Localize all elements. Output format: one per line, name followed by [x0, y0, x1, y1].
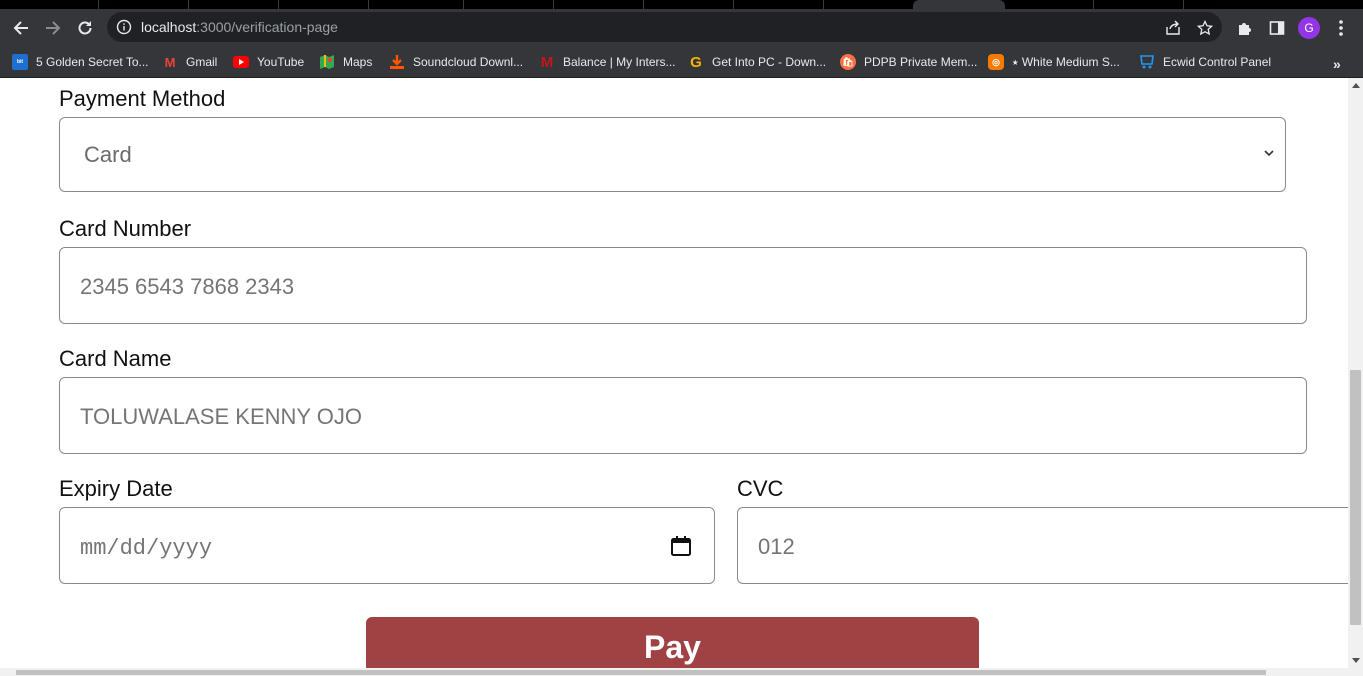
puzzle-icon: [1239, 23, 1251, 35]
gmail-icon: M: [164, 54, 176, 70]
bookmark-label: 5 Golden Secret To...: [36, 55, 149, 69]
bookmark-label: PDPB Private Mem...: [864, 55, 978, 69]
payment-method-value: Card: [84, 142, 132, 167]
bookmark-label: Gmail: [186, 55, 218, 69]
tab-separator: [823, 0, 824, 9]
bookmark-label: Get Into PC - Down...: [712, 55, 827, 69]
ecwid-icon: [1139, 54, 1155, 70]
chevron-down-icon: [1264, 150, 1274, 157]
m-icon: M: [540, 53, 554, 71]
reload-button[interactable]: [72, 15, 98, 41]
forward-arrow-icon: [46, 21, 61, 35]
pay-button-label: Pay: [644, 629, 701, 665]
verification-page: Payment Method Card Card Number 2345 654…: [0, 78, 1348, 668]
cvc-label: CVC: [737, 476, 784, 501]
pay-button[interactable]: Pay: [366, 617, 979, 668]
share-button[interactable]: [1163, 18, 1183, 38]
profile-avatar[interactable]: G: [1298, 17, 1320, 39]
tab-separator: [463, 0, 464, 9]
bookmark-label: YouTube: [257, 55, 305, 69]
kebab-menu-icon: [1339, 20, 1343, 36]
bookmark-label: Balance | My Inters...: [563, 55, 676, 69]
vertical-scrollbar[interactable]: [1348, 78, 1363, 668]
url-path: :3000/verification-page: [196, 19, 338, 35]
bookmark-star-button[interactable]: [1195, 18, 1215, 38]
browser-toolbar: localhost:3000/verification-page G: [0, 9, 1363, 46]
tab-separator: [733, 0, 734, 9]
bookmark-item[interactable]: ◎ ⭑ White Medium S...: [988, 52, 1120, 72]
bookmark-label: Maps: [343, 55, 373, 69]
url-text[interactable]: localhost:3000/verification-page: [141, 19, 338, 35]
tab-strip: [0, 0, 1363, 9]
expiry-date-placeholder: mm/dd/yyyy: [80, 536, 213, 561]
bookmark-item[interactable]: Maps: [319, 52, 372, 72]
back-button[interactable]: [8, 15, 34, 41]
tab-separator: [1093, 0, 1094, 9]
bookmark-label: Ecwid Control Panel: [1163, 55, 1272, 69]
info-icon[interactable]: [116, 19, 132, 35]
payment-method-select[interactable]: Card: [59, 117, 1286, 192]
active-tab[interactable]: [913, 0, 1005, 9]
cvc-placeholder: 012: [758, 534, 795, 559]
bookmark-label: ⭑ White Medium S...: [1012, 54, 1120, 69]
g-icon: G: [690, 53, 702, 71]
card-number-input[interactable]: 2345 6543 7868 2343: [59, 247, 1307, 324]
bookmark-item[interactable]: M Gmail: [162, 52, 218, 72]
tab-separator: [188, 0, 189, 9]
side-panel-icon: [1269, 21, 1285, 35]
bitdegree-icon: bit: [12, 54, 28, 70]
expiry-date-label: Expiry Date: [59, 476, 173, 501]
scroll-down-arrow-icon[interactable]: [1352, 658, 1360, 663]
maps-icon: [319, 54, 335, 70]
reload-icon: [78, 21, 92, 35]
forward-button[interactable]: [40, 15, 66, 41]
bookmark-item[interactable]: G Get Into PC - Down...: [688, 52, 826, 72]
bookmark-item[interactable]: M Balance | My Inters...: [539, 52, 676, 72]
bookmark-label: Soundcloud Downl...: [413, 55, 524, 69]
browser-menu-button[interactable]: [1330, 17, 1352, 39]
tab-separator: [553, 0, 554, 9]
scroll-up-arrow-icon[interactable]: [1352, 83, 1360, 88]
address-bar[interactable]: localhost:3000/verification-page: [107, 12, 1222, 42]
horizontal-scrollbar[interactable]: [0, 668, 1363, 676]
badge-icon: ◎: [988, 54, 1004, 70]
bookmarks-bar: bit 5 Golden Secret To... M Gmail YouTub…: [0, 46, 1363, 78]
star-icon: [1197, 20, 1213, 36]
tab-separator: [98, 0, 99, 9]
calendar-icon[interactable]: [670, 535, 692, 557]
horizontal-scroll-thumb[interactable]: [16, 670, 1266, 675]
bookmark-item[interactable]: 🛍 PDPB Private Mem...: [840, 52, 977, 72]
bookmark-item[interactable]: YouTube: [233, 52, 304, 72]
shop-icon: 🛍: [840, 54, 856, 70]
cvc-input[interactable]: 012: [737, 507, 1348, 584]
expiry-date-input[interactable]: mm/dd/yyyy: [59, 507, 715, 584]
tab-separator: [1183, 0, 1184, 9]
side-panel-button[interactable]: [1266, 17, 1288, 39]
card-name-label: Card Name: [59, 346, 172, 371]
share-icon: [1166, 20, 1180, 35]
youtube-icon: [233, 54, 249, 70]
tab-separator: [643, 0, 644, 9]
tab-separator: [368, 0, 369, 9]
back-arrow-icon: [13, 21, 28, 35]
url-host: localhost: [141, 19, 197, 35]
card-number-label: Card Number: [59, 216, 192, 241]
card-name-input[interactable]: TOLUWALASE KENNY OJO: [59, 377, 1307, 454]
extensions-button[interactable]: [1234, 17, 1256, 39]
bookmark-item[interactable]: Ecwid Control Panel: [1139, 52, 1271, 72]
download-icon: [389, 54, 405, 70]
bookmark-item[interactable]: bit 5 Golden Secret To...: [12, 52, 149, 72]
vertical-scroll-thumb[interactable]: [1350, 370, 1361, 625]
bookmarks-overflow-icon[interactable]: »: [1333, 56, 1341, 72]
card-number-placeholder: 2345 6543 7868 2343: [80, 274, 295, 299]
bookmark-item[interactable]: Soundcloud Downl...: [389, 52, 523, 72]
card-name-placeholder: TOLUWALASE KENNY OJO: [80, 404, 363, 429]
payment-method-label: Payment Method: [59, 86, 226, 111]
tab-separator: [278, 0, 279, 9]
